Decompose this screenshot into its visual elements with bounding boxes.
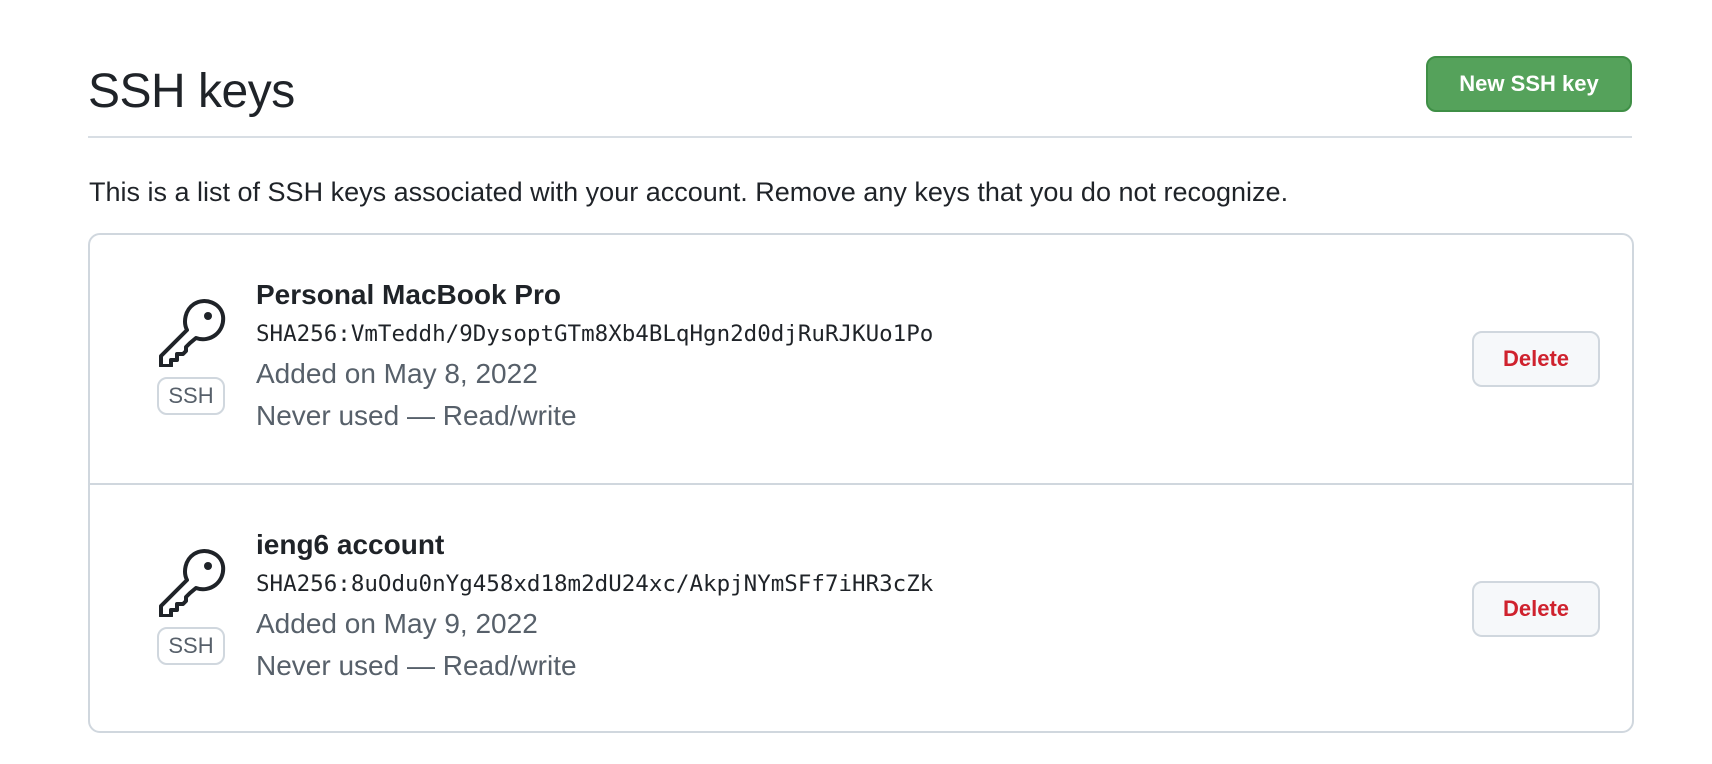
ssh-badge: SSH: [157, 627, 225, 665]
key-name: ieng6 account: [256, 529, 445, 560]
key-added-date: Added on May 9, 2022: [256, 608, 538, 639]
key-added-date: Added on May 8, 2022: [256, 358, 538, 389]
key-icon: [159, 549, 226, 617]
ssh-keys-page: SSH keys New SSH key This is a list of S…: [0, 0, 1712, 764]
key-fingerprint: SHA256:VmTeddh/9DysoptGTm8Xb4BLqHgn2d0dj…: [256, 321, 934, 347]
key-info: Personal MacBook Pro SHA256:VmTeddh/9Dys…: [256, 277, 933, 437]
key-fingerprint: SHA256:8uOdu0nYg458xd18m2dU24xc/AkpjNYmS…: [256, 571, 934, 597]
ssh-key-list: SSH Personal MacBook Pro SHA256:VmTeddh/…: [88, 233, 1634, 733]
key-info: ieng6 account SHA256:8uOdu0nYg458xd18m2d…: [256, 527, 933, 687]
ssh-key-row: SSH Personal MacBook Pro SHA256:VmTeddh/…: [90, 235, 1632, 483]
key-name: Personal MacBook Pro: [256, 279, 561, 310]
intro-text: This is a list of SSH keys associated wi…: [89, 177, 1289, 207]
ssh-badge: SSH: [157, 377, 225, 415]
delete-key-button[interactable]: Delete: [1472, 581, 1600, 637]
key-usage-status: Never used — Read/write: [256, 650, 577, 681]
page-title: SSH keys: [88, 65, 295, 118]
ssh-key-row: SSH ieng6 account SHA256:8uOdu0nYg458xd1…: [90, 483, 1632, 731]
key-usage-status: Never used — Read/write: [256, 400, 577, 431]
page-header: SSH keys New SSH key: [88, 56, 1632, 138]
key-icon: [159, 299, 226, 367]
new-ssh-key-button[interactable]: New SSH key: [1426, 56, 1632, 112]
delete-key-button[interactable]: Delete: [1472, 331, 1600, 387]
